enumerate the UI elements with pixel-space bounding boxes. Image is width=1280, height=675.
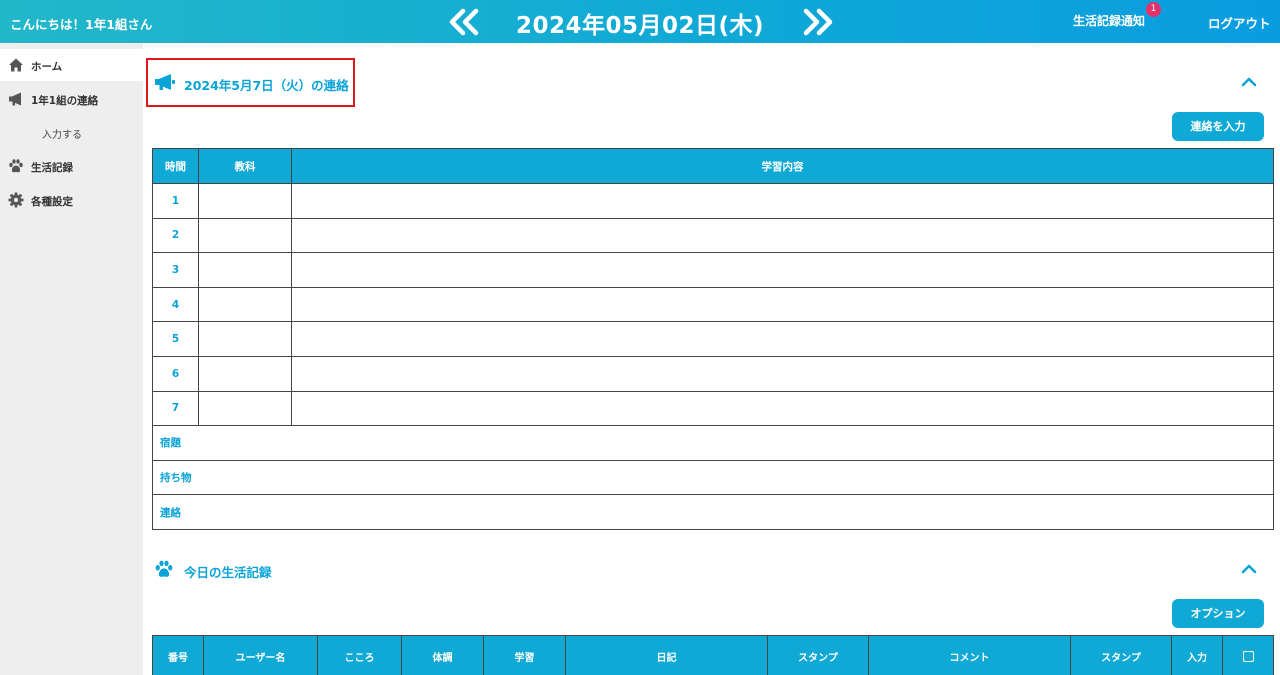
subject-cell (198, 252, 292, 288)
select-all-checkbox[interactable] (1242, 651, 1254, 662)
period-number: 5 (152, 321, 199, 357)
collapse-chevron-icon[interactable] (1241, 76, 1257, 88)
period-number: 1 (152, 183, 199, 219)
table-row: 6 (152, 355, 1274, 392)
period-number: 3 (152, 252, 199, 288)
column-header: 番号 (152, 635, 204, 675)
life-record-notification-link[interactable]: 生活記録通知 (1073, 12, 1145, 29)
content-cell (291, 217, 1274, 254)
subject-cell (198, 390, 292, 427)
subject-cell (198, 217, 292, 254)
sidebar-item-label: 1年1組の連絡 (31, 95, 99, 107)
content-cell (291, 286, 1274, 323)
table-header-row: 時間 教科 学習内容 (152, 148, 1274, 184)
table-row: 5 (152, 321, 1274, 357)
logout-link[interactable]: ログアウト (1208, 13, 1271, 32)
subject-cell (198, 355, 292, 392)
select-all-header[interactable] (1222, 635, 1274, 675)
contact-table: 時間 教科 学習内容 1 2 3 4 5 6 7 宿題 持ち物 連絡 (152, 148, 1274, 530)
column-header: 教科 (198, 148, 292, 184)
column-header: 体調 (401, 635, 484, 675)
content-cell (291, 355, 1274, 392)
content-cell (291, 183, 1274, 219)
life-record-table: 番号 ユーザー名 こころ 体調 学習 日記 スタンプ コメント スタンプ 入力 (152, 635, 1274, 675)
column-header: スタンプ (767, 635, 869, 675)
period-number: 7 (152, 390, 199, 427)
column-header: 日記 (565, 635, 768, 675)
homework-row: 宿題 (152, 425, 1274, 461)
column-header: こころ (317, 635, 402, 675)
column-header: 学習 (483, 635, 566, 675)
subject-cell (198, 183, 292, 219)
belongings-row: 持ち物 (152, 459, 1274, 496)
column-header: 学習内容 (291, 148, 1274, 184)
paw-icon (155, 560, 173, 577)
column-header: スタンプ (1070, 635, 1172, 675)
gear-icon (8, 192, 24, 208)
table-row: 1 (152, 183, 1274, 219)
sidebar-item-home[interactable]: ホーム (0, 49, 143, 81)
megaphone-icon (9, 92, 21, 106)
subject-cell (198, 286, 292, 323)
current-date: 2024年05月02日(木) (515, 13, 765, 39)
sidebar-item-label: 生活記録 (31, 162, 73, 174)
collapse-chevron-icon[interactable] (1241, 563, 1257, 575)
sidebar-item-class-contact[interactable]: 1年1組の連絡 (0, 83, 143, 115)
sidebar-item-settings[interactable]: 各種設定 (0, 184, 143, 216)
contact-section-title: 2024年5月7日（火）の連絡 (184, 78, 349, 93)
content-cell (291, 252, 1274, 288)
sidebar-item-label: ホーム (31, 61, 63, 73)
home-icon (9, 58, 23, 72)
top-header: こんにちは！1年1組さん 2024年05月02日(木) 生活記録通知 1 ログア… (0, 0, 1280, 43)
belongings-label: 持ち物 (152, 459, 1274, 496)
table-row: 7 (152, 390, 1274, 427)
period-number: 4 (152, 286, 199, 323)
table-row: 3 (152, 252, 1274, 288)
sidebar: ホーム 1年1組の連絡 入力する 生活記録 各種設定 (0, 43, 143, 675)
sidebar-item-label: 各種設定 (31, 196, 73, 208)
life-record-section-title: 今日の生活記録 (184, 565, 272, 580)
column-header: ユーザー名 (203, 635, 318, 675)
content-cell (291, 390, 1274, 427)
next-day-icon[interactable] (801, 8, 835, 36)
sidebar-subitem-input[interactable]: 入力する (42, 126, 82, 141)
megaphone-icon (155, 74, 175, 90)
notice-label: 連絡 (152, 494, 1274, 530)
sidebar-item-life-record[interactable]: 生活記録 (0, 150, 143, 182)
column-header: コメント (868, 635, 1071, 675)
period-number: 2 (152, 217, 199, 254)
previous-day-icon[interactable] (447, 8, 481, 36)
period-number: 6 (152, 355, 199, 392)
input-contact-button[interactable]: 連絡を入力 (1172, 112, 1264, 141)
table-row: 4 (152, 286, 1274, 323)
table-row: 2 (152, 217, 1274, 254)
notice-row: 連絡 (152, 494, 1274, 530)
homework-label: 宿題 (152, 425, 1274, 461)
subject-cell (198, 321, 292, 357)
column-header: 時間 (152, 148, 199, 184)
greeting-text: こんにちは！1年1組さん (10, 17, 153, 32)
content-cell (291, 321, 1274, 357)
notification-badge: 1 (1146, 2, 1161, 17)
table-header-row: 番号 ユーザー名 こころ 体調 学習 日記 スタンプ コメント スタンプ 入力 (152, 635, 1274, 675)
column-header: 入力 (1171, 635, 1223, 675)
options-button[interactable]: オプション (1172, 599, 1264, 628)
paw-icon (9, 159, 23, 173)
